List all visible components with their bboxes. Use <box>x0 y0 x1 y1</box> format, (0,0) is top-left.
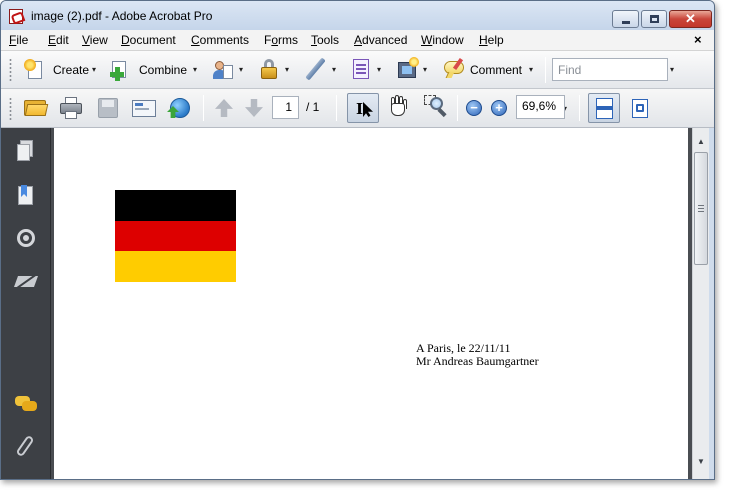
window-title: image (2).pdf - Adobe Acrobat Pro <box>31 9 213 23</box>
web-globe-icon[interactable] <box>167 96 193 120</box>
menu-advanced[interactable]: Advanced <box>354 33 407 47</box>
sign-dropdown-icon[interactable]: ▾ <box>332 65 336 74</box>
find-input[interactable] <box>553 59 667 80</box>
menu-file[interactable]: File <box>9 33 28 47</box>
menu-comments[interactable]: Comments <box>191 33 249 47</box>
maximize-icon <box>650 15 659 23</box>
fit-page-icon[interactable] <box>588 93 620 123</box>
menu-help[interactable]: Help <box>479 33 504 47</box>
collaborate-dropdown-icon[interactable]: ▾ <box>239 65 243 74</box>
zoom-level-field[interactable]: 69,6% <box>516 95 565 119</box>
find-box[interactable] <box>552 58 668 81</box>
secure-lock-icon[interactable] <box>259 58 281 81</box>
maximize-button[interactable] <box>641 10 667 28</box>
save-icon[interactable] <box>96 96 120 120</box>
hand-tool-icon[interactable] <box>387 95 411 119</box>
bookmarks-icon[interactable] <box>15 185 37 207</box>
combine-dropdown-icon[interactable]: ▾ <box>193 65 197 74</box>
menu-view[interactable]: View <box>82 33 108 47</box>
create-dropdown-icon[interactable]: ▾ <box>92 65 96 74</box>
forms-icon[interactable] <box>350 58 372 81</box>
select-tool-icon[interactable]: I <box>347 93 379 123</box>
menu-bar: File Edit View Document Comments Forms T… <box>1 30 714 51</box>
title-bar: image (2).pdf - Adobe Acrobat Pro ✕ <box>1 1 714 30</box>
fit-width-icon[interactable] <box>629 97 651 120</box>
multimedia-dropdown-icon[interactable]: ▾ <box>423 65 427 74</box>
combine-button[interactable]: Combine <box>139 63 187 77</box>
menu-window[interactable]: Window <box>421 33 464 47</box>
email-icon[interactable] <box>131 96 157 120</box>
target-icon[interactable] <box>15 227 37 249</box>
collaborate-icon[interactable] <box>211 59 235 81</box>
multimedia-icon[interactable] <box>397 57 421 81</box>
scroll-down-arrow[interactable]: ▼ <box>693 454 709 470</box>
page-total: / 1 <box>306 100 320 114</box>
zoom-out-button[interactable]: − <box>466 100 482 116</box>
close-icon: ✕ <box>685 11 696 26</box>
menu-document[interactable]: Document <box>121 33 176 47</box>
secure-dropdown-icon[interactable]: ▾ <box>285 65 289 74</box>
comments-icon[interactable] <box>15 393 37 415</box>
toolbar-separator <box>457 95 458 121</box>
scroll-thumb[interactable] <box>694 152 708 265</box>
flag-stripe-black <box>115 190 236 221</box>
toolbar-separator <box>545 57 546 83</box>
find-dropdown-icon[interactable]: ▾ <box>670 65 674 74</box>
comment-dropdown-icon[interactable]: ▾ <box>529 65 533 74</box>
minimize-button[interactable] <box>612 10 639 28</box>
signatures-icon[interactable] <box>13 270 39 292</box>
vertical-scrollbar[interactable]: ▲ ▼ <box>692 128 709 479</box>
comment-button[interactable]: Comment <box>470 63 522 77</box>
flag-stripe-gold <box>115 251 236 282</box>
create-icon[interactable] <box>24 59 46 81</box>
toolbar-separator <box>579 95 580 121</box>
pages-icon[interactable] <box>15 140 37 162</box>
scroll-up-arrow[interactable]: ▲ <box>693 134 709 150</box>
marquee-zoom-icon[interactable] <box>424 95 448 119</box>
print-icon[interactable] <box>59 96 83 120</box>
address-block: A Paris, le 22/11/11 Mr Andreas Baumgart… <box>416 342 539 368</box>
toolbar-separator <box>203 95 204 121</box>
acrobat-window: image (2).pdf - Adobe Acrobat Pro ✕ File… <box>0 0 715 480</box>
document-area: A Paris, le 22/11/11 Mr Andreas Baumgart… <box>51 128 692 479</box>
forms-dropdown-icon[interactable]: ▾ <box>377 65 381 74</box>
previous-page-icon[interactable] <box>213 97 235 119</box>
zoom-in-button[interactable]: + <box>491 100 507 116</box>
menu-tools[interactable]: Tools <box>311 33 339 47</box>
toolbar-grip[interactable] <box>9 97 12 121</box>
next-page-icon[interactable] <box>243 97 265 119</box>
comment-icon[interactable] <box>442 57 466 80</box>
attachments-icon[interactable] <box>15 434 37 458</box>
pdf-page: A Paris, le 22/11/11 Mr Andreas Baumgart… <box>54 128 688 479</box>
current-page-input[interactable]: 1 <box>272 96 299 119</box>
menu-forms[interactable]: Forms <box>264 33 298 47</box>
create-button[interactable]: Create <box>53 63 89 77</box>
toolbar-separator <box>336 95 337 121</box>
flag-stripe-red <box>115 220 236 252</box>
navigation-panel <box>1 128 51 479</box>
menu-edit[interactable]: Edit <box>48 33 69 47</box>
toolbar-grip[interactable] <box>9 58 12 82</box>
sign-pen-icon[interactable] <box>303 57 327 81</box>
minimize-icon <box>622 21 630 24</box>
pdf-file-icon <box>9 9 23 24</box>
close-window-button[interactable]: ✕ <box>669 10 712 28</box>
open-folder-icon[interactable] <box>23 96 49 120</box>
germany-flag <box>115 190 236 282</box>
address-line-2: Mr Andreas Baumgartner <box>416 354 539 368</box>
close-document-button[interactable]: × <box>694 32 702 47</box>
combine-icon[interactable] <box>110 59 132 81</box>
